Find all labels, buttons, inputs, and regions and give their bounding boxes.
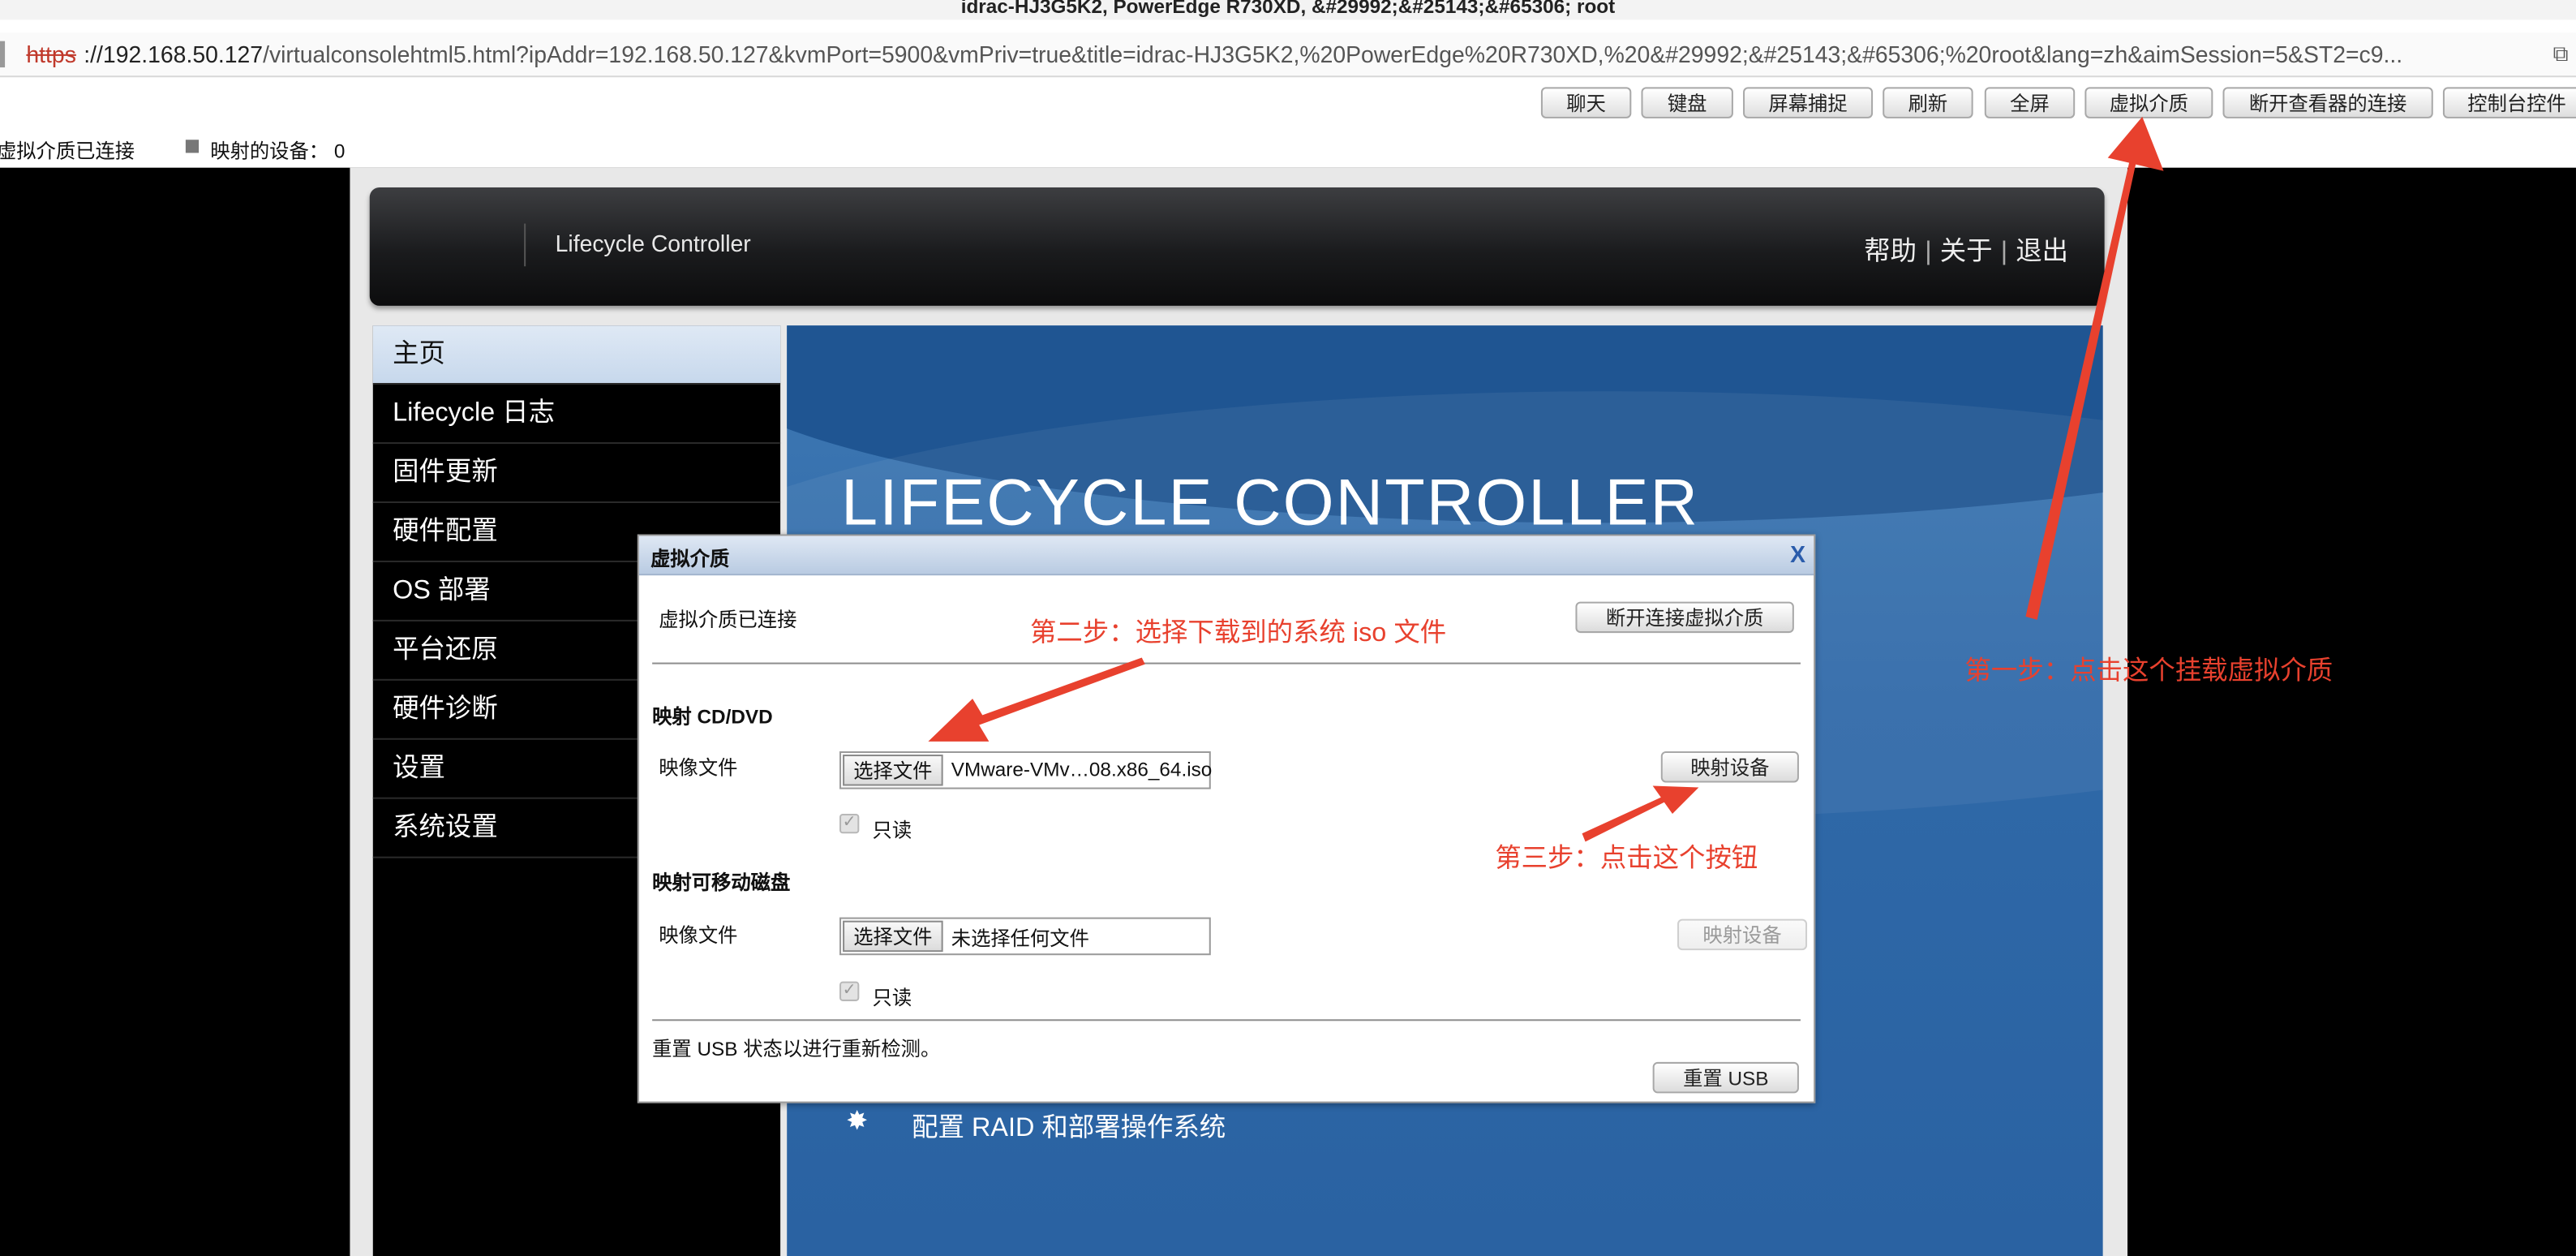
step3-annotation: 第三步：点击这个按钮	[1495, 845, 1758, 873]
step2-arrow-icon	[928, 657, 1145, 742]
screenshot-stage: idrac-HJ3G5K2, PowerEdge R730XD, &#29992…	[0, 0, 2576, 1256]
step1-arrow-icon	[2025, 116, 2164, 620]
step1-annotation: 第一步：点击这个挂载虚拟介质	[1964, 657, 2333, 686]
step2-annotation: 第二步：选择下载到的系统 iso 文件	[1029, 619, 1447, 648]
step3-arrow-icon	[1582, 785, 1699, 842]
